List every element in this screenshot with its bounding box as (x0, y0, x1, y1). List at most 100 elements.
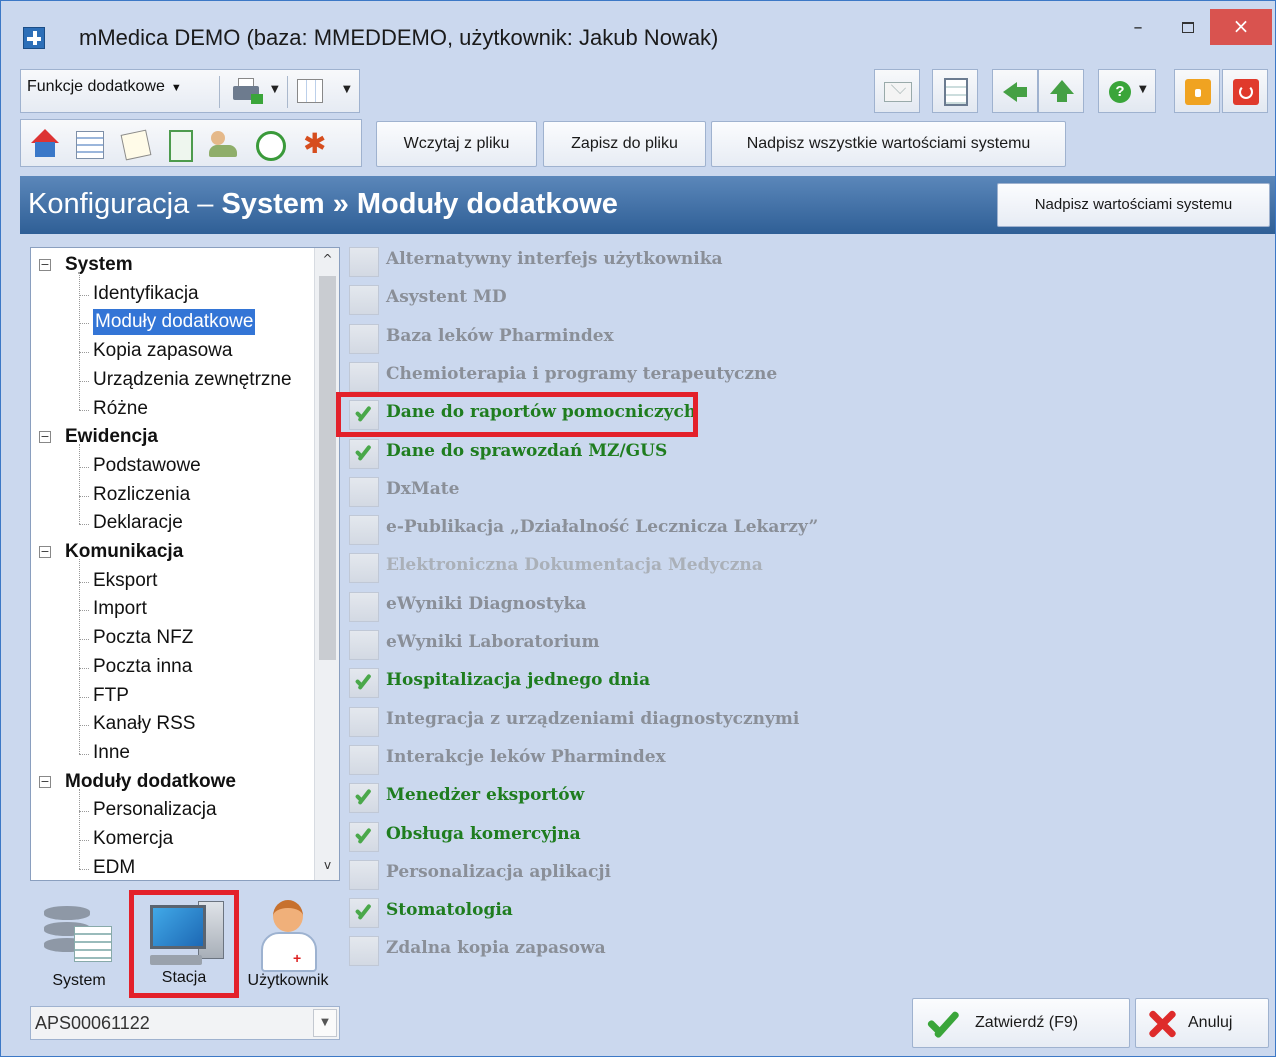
tree-item[interactable]: FTP (93, 683, 129, 709)
tree-item[interactable]: Deklaracje (93, 510, 183, 536)
save-to-file-button[interactable]: Zapisz do pliku (543, 121, 706, 167)
checkmark-icon (353, 826, 375, 846)
scroll-thumb[interactable] (319, 276, 336, 660)
scope-user-button[interactable]: + Użytkownik (239, 896, 337, 996)
module-checkbox[interactable] (349, 783, 379, 814)
module-checkbox[interactable] (349, 361, 379, 392)
minimize-button[interactable]: – (1123, 13, 1153, 45)
tree-item[interactable]: Identyfikacja (93, 281, 199, 307)
home-icon[interactable] (27, 127, 63, 161)
load-from-file-button[interactable]: Wczytaj z pliku (376, 121, 537, 167)
navigation-toolbar (20, 119, 362, 167)
module-checkbox[interactable] (349, 323, 379, 354)
schedule-icon[interactable] (71, 127, 107, 161)
tree-item[interactable]: Moduły dodatkowe (93, 309, 256, 336)
patients-icon[interactable] (205, 127, 241, 161)
print-button[interactable] (231, 76, 265, 108)
tree-item[interactable]: Urządzenia zewnętrzne (93, 367, 292, 393)
history-icon[interactable] (251, 127, 287, 161)
settings-icon[interactable] (297, 127, 333, 161)
page-title-prefix: Konfiguracja – (28, 188, 222, 220)
up-button[interactable] (1038, 69, 1084, 113)
close-button[interactable]: × (1210, 9, 1272, 45)
notes-icon[interactable] (117, 127, 153, 161)
module-label: Integracja z urządzeniami diagnostycznym… (386, 708, 800, 729)
tree-item[interactable]: Kanały RSS (93, 711, 195, 737)
module-checkbox[interactable] (349, 285, 379, 316)
module-checkbox[interactable] (349, 591, 379, 622)
module-checkbox[interactable] (349, 553, 379, 584)
checkmark-icon (353, 902, 375, 922)
scope-system-button[interactable]: System (34, 896, 124, 996)
documents-icon[interactable] (161, 127, 197, 162)
scroll-up-icon[interactable]: ^ (315, 252, 339, 272)
functions-dropdown[interactable]: Funkcje dodatkowe ▼ (27, 78, 182, 96)
module-checkbox[interactable] (349, 936, 379, 967)
tree-expander-icon[interactable]: − (39, 546, 51, 558)
chevron-down-icon[interactable]: ▼ (313, 1009, 337, 1037)
module-checkbox[interactable] (349, 744, 379, 775)
tree-expander-icon[interactable]: − (39, 431, 51, 444)
chevron-down-icon: ▼ (170, 82, 182, 94)
columns-button[interactable] (295, 76, 329, 108)
tree-item[interactable]: Komercja (93, 826, 173, 852)
module-label: Alternatywny interfejs użytkownika (386, 249, 723, 269)
tree-item[interactable]: Poczta NFZ (93, 625, 193, 651)
tree-item[interactable]: Inne (93, 740, 130, 766)
mail-button[interactable] (874, 69, 920, 113)
module-checkbox[interactable] (349, 859, 379, 890)
module-checkbox[interactable] (349, 476, 379, 507)
module-checkbox[interactable] (349, 821, 379, 852)
tree-group[interactable]: System (65, 252, 133, 278)
tree-group[interactable]: Komunikacja (65, 539, 183, 565)
module-label: Obsługa komercyjna (386, 823, 581, 844)
maximize-button[interactable] (1173, 13, 1203, 45)
columns-menu-caret-icon[interactable]: ▼ (343, 84, 351, 95)
module-checkbox[interactable] (349, 898, 379, 929)
help-button[interactable]: ? ▼ (1098, 69, 1156, 113)
overwrite-all-button[interactable]: Nadpisz wszystkie wartościami systemu (711, 121, 1066, 167)
module-checkbox[interactable] (349, 668, 379, 699)
module-label: eWyniki Diagnostyka (386, 593, 587, 614)
module-checkbox[interactable] (349, 247, 379, 277)
tree-expander-icon[interactable]: − (39, 259, 51, 271)
tree-item[interactable]: Kopia zapasowa (93, 338, 232, 364)
cancel-button[interactable]: Anuluj (1135, 998, 1269, 1048)
station-select[interactable]: APS00061122 ▼ (30, 1006, 340, 1040)
scroll-down-icon[interactable]: v (315, 858, 339, 878)
tree-item[interactable]: Personalizacja (93, 797, 217, 823)
toolbar-separator (287, 76, 288, 108)
config-tree[interactable]: − System Identyfikacja Moduły dodatkowe Kopi… (30, 247, 340, 881)
tree-item[interactable]: EDM (93, 855, 135, 880)
network-button[interactable] (932, 69, 978, 113)
lock-button[interactable] (1174, 69, 1220, 113)
overwrite-with-system-button[interactable]: Nadpisz wartościami systemu (997, 183, 1270, 227)
tree-scrollbar[interactable]: ^ v (314, 248, 339, 880)
tree-item[interactable]: Poczta inna (93, 654, 192, 680)
app-icon (23, 27, 45, 49)
app-window: mMedica DEMO (baza: MMEDDEMO, użytkownik… (0, 0, 1276, 1057)
checkmark-icon (353, 672, 375, 692)
tree-item[interactable]: Podstawowe (93, 453, 201, 479)
module-checkbox[interactable] (349, 515, 379, 546)
confirm-button[interactable]: Zatwierdź (F9) (912, 998, 1130, 1048)
scope-station-button[interactable]: Stacja (129, 890, 239, 998)
tree-expander-icon[interactable]: − (39, 775, 51, 788)
module-label: Stomatologia (386, 900, 513, 921)
back-button[interactable] (992, 69, 1038, 113)
tree-connector (79, 444, 80, 525)
module-checkbox[interactable] (349, 438, 379, 469)
logout-button[interactable] (1222, 69, 1268, 113)
module-checkbox[interactable] (349, 630, 379, 660)
maximize-icon (1182, 22, 1194, 33)
tree-group[interactable]: Moduły dodatkowe (65, 769, 236, 795)
tree-item[interactable]: Rozliczenia (93, 482, 190, 508)
tree-connector (79, 610, 89, 612)
print-menu-caret-icon[interactable]: ▼ (271, 84, 279, 95)
tree-item[interactable]: Eksport (93, 568, 157, 594)
station-select-value: APS00061122 (35, 1013, 150, 1033)
module-label: Menedżer eksportów (386, 785, 585, 806)
tree-item[interactable]: Różne (93, 396, 148, 422)
module-checkbox[interactable] (349, 706, 379, 737)
tree-item[interactable]: Import (93, 596, 147, 622)
